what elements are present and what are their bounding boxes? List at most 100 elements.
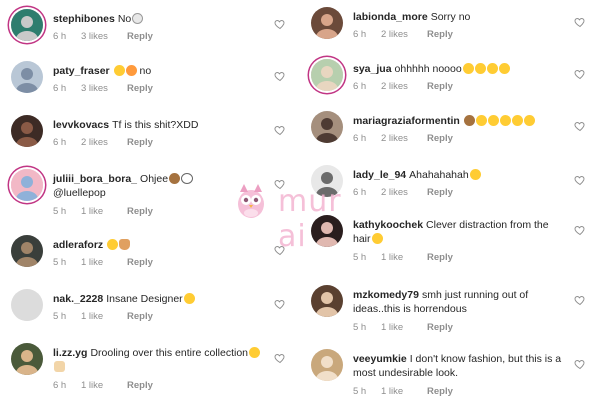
- comment-likes[interactable]: 3 likes: [81, 31, 127, 42]
- comment-time: 5 h: [353, 386, 367, 397]
- avatar[interactable]: [311, 59, 343, 91]
- like-heart-icon[interactable]: [574, 16, 586, 28]
- rolling-eyes-emoji: [183, 293, 195, 304]
- comment-likes[interactable]: 1 like: [81, 311, 127, 322]
- comment-item: paty_fraser no 6 h 3 likes Reply: [0, 58, 300, 110]
- avatar[interactable]: [11, 169, 43, 201]
- comment-likes[interactable]: 2 likes: [381, 187, 427, 198]
- comment-username[interactable]: adleraforz: [53, 239, 103, 251]
- comment-body: Tf is this shit?XDD: [112, 119, 199, 131]
- comment-likes[interactable]: 1 like: [81, 206, 127, 217]
- reply-button[interactable]: Reply: [127, 137, 153, 148]
- comment-time: 6 h: [53, 83, 67, 94]
- comment-likes[interactable]: 2 likes: [381, 29, 427, 40]
- like-heart-icon[interactable]: [574, 174, 586, 186]
- comment-username[interactable]: labionda_more: [353, 11, 428, 23]
- like-heart-icon[interactable]: [274, 70, 286, 82]
- comment-time: 5 h: [53, 206, 67, 217]
- reply-button[interactable]: Reply: [127, 31, 153, 42]
- comment-item: mariagraziaformentin 6 h 2 likes Reply: [300, 108, 600, 160]
- comment-meta: 6 h 2 likes Reply: [53, 137, 153, 148]
- reply-button[interactable]: Reply: [427, 252, 453, 263]
- comment-meta: 6 h 3 likes Reply: [53, 83, 153, 94]
- comment-time: 5 h: [353, 322, 367, 333]
- avatar[interactable]: [311, 7, 343, 39]
- comment-time: 5 h: [53, 257, 67, 268]
- avatar[interactable]: [11, 235, 43, 267]
- reply-button[interactable]: Reply: [427, 386, 453, 397]
- avatar[interactable]: [11, 289, 43, 321]
- comment-item: li.zz.yg Drooling over this entire collec…: [0, 340, 300, 392]
- comment-item: levvkovacs Tf is this shit?XDD 6 h 2 likes R…: [0, 112, 300, 164]
- comment-username[interactable]: mariagraziaformentin: [353, 115, 460, 127]
- avatar[interactable]: [311, 349, 343, 381]
- reply-button[interactable]: Reply: [427, 29, 453, 40]
- comment-mention[interactable]: @luellepop: [53, 187, 106, 199]
- comment-likes[interactable]: 2 likes: [81, 137, 127, 148]
- comment-meta: 6 h 2 likes Reply: [353, 133, 453, 144]
- comment-text: levvkovacs Tf is this shit?XDD: [53, 118, 265, 132]
- see-no-evil-monkey-emoji: [169, 173, 181, 184]
- like-heart-icon[interactable]: [574, 120, 586, 132]
- hand-emoji: [54, 361, 65, 372]
- comment-username[interactable]: paty_fraser: [53, 65, 110, 77]
- comment-text: adleraforz: [53, 238, 265, 252]
- comment-username[interactable]: nak._2228: [53, 293, 103, 305]
- comment-item: mzkomedy79 smh just running out of ideas.…: [300, 282, 600, 334]
- like-heart-icon[interactable]: [274, 18, 286, 30]
- reply-button[interactable]: Reply: [127, 83, 153, 94]
- avatar[interactable]: [311, 111, 343, 143]
- reply-button[interactable]: Reply: [127, 257, 153, 268]
- avatar[interactable]: [311, 285, 343, 317]
- like-heart-icon[interactable]: [574, 224, 586, 236]
- comment-username[interactable]: stephibones: [53, 13, 115, 25]
- like-heart-icon[interactable]: [574, 294, 586, 306]
- like-heart-icon[interactable]: [274, 124, 286, 136]
- comment-time: 6 h: [53, 31, 67, 42]
- comment-likes[interactable]: 1 like: [81, 380, 127, 391]
- laughing-emoji: [462, 63, 474, 74]
- comment-username[interactable]: juliii_bora_bora_: [53, 173, 137, 185]
- reply-button[interactable]: Reply: [427, 187, 453, 198]
- laughing-emoji: [469, 169, 481, 180]
- reply-button[interactable]: Reply: [127, 380, 153, 391]
- comment-likes[interactable]: 1 like: [381, 386, 427, 397]
- reply-button[interactable]: Reply: [427, 133, 453, 144]
- comment-likes[interactable]: 1 like: [381, 252, 427, 263]
- comment-likes[interactable]: 2 likes: [381, 81, 427, 92]
- avatar[interactable]: [11, 343, 43, 375]
- comment-body: ohhhhh noooo: [394, 63, 462, 75]
- comment-item: stephibones No 6 h 3 likes Reply: [0, 6, 300, 58]
- comment-likes[interactable]: 1 like: [81, 257, 127, 268]
- reply-button[interactable]: Reply: [127, 311, 153, 322]
- comment-username[interactable]: sya_jua: [353, 63, 392, 75]
- comment-username[interactable]: mzkomedy79: [353, 289, 419, 301]
- comment-time: 6 h: [53, 380, 67, 391]
- like-heart-icon[interactable]: [274, 352, 286, 364]
- comment-likes[interactable]: 3 likes: [81, 83, 127, 94]
- comment-body: No: [117, 13, 132, 25]
- rofl-emoji: [499, 115, 511, 126]
- reply-button[interactable]: Reply: [127, 206, 153, 217]
- comment-text: stephibones No: [53, 12, 265, 26]
- avatar[interactable]: [11, 61, 43, 93]
- like-heart-icon[interactable]: [574, 358, 586, 370]
- watermark-text: mur ai: [278, 184, 342, 254]
- comment-likes[interactable]: 2 likes: [381, 133, 427, 144]
- reply-button[interactable]: Reply: [427, 322, 453, 333]
- comment-meta: 5 h 1 like Reply: [53, 257, 153, 268]
- comment-likes[interactable]: 1 like: [381, 322, 427, 333]
- comment-meta: 6 h 2 likes Reply: [353, 29, 453, 40]
- reply-button[interactable]: Reply: [427, 81, 453, 92]
- avatar[interactable]: [11, 9, 43, 41]
- comment-username[interactable]: veeyumkie: [353, 353, 407, 365]
- comment-username[interactable]: levvkovacs: [53, 119, 109, 131]
- comment-username[interactable]: li.zz.yg: [53, 347, 87, 359]
- like-heart-icon[interactable]: [274, 298, 286, 310]
- comment-text: labionda_more Sorry no: [353, 10, 565, 24]
- avatar[interactable]: [11, 115, 43, 147]
- comment-time: 6 h: [353, 133, 367, 144]
- pouting-face-emoji: [125, 65, 137, 76]
- like-heart-icon[interactable]: [574, 68, 586, 80]
- eyes-emoji: [181, 173, 194, 184]
